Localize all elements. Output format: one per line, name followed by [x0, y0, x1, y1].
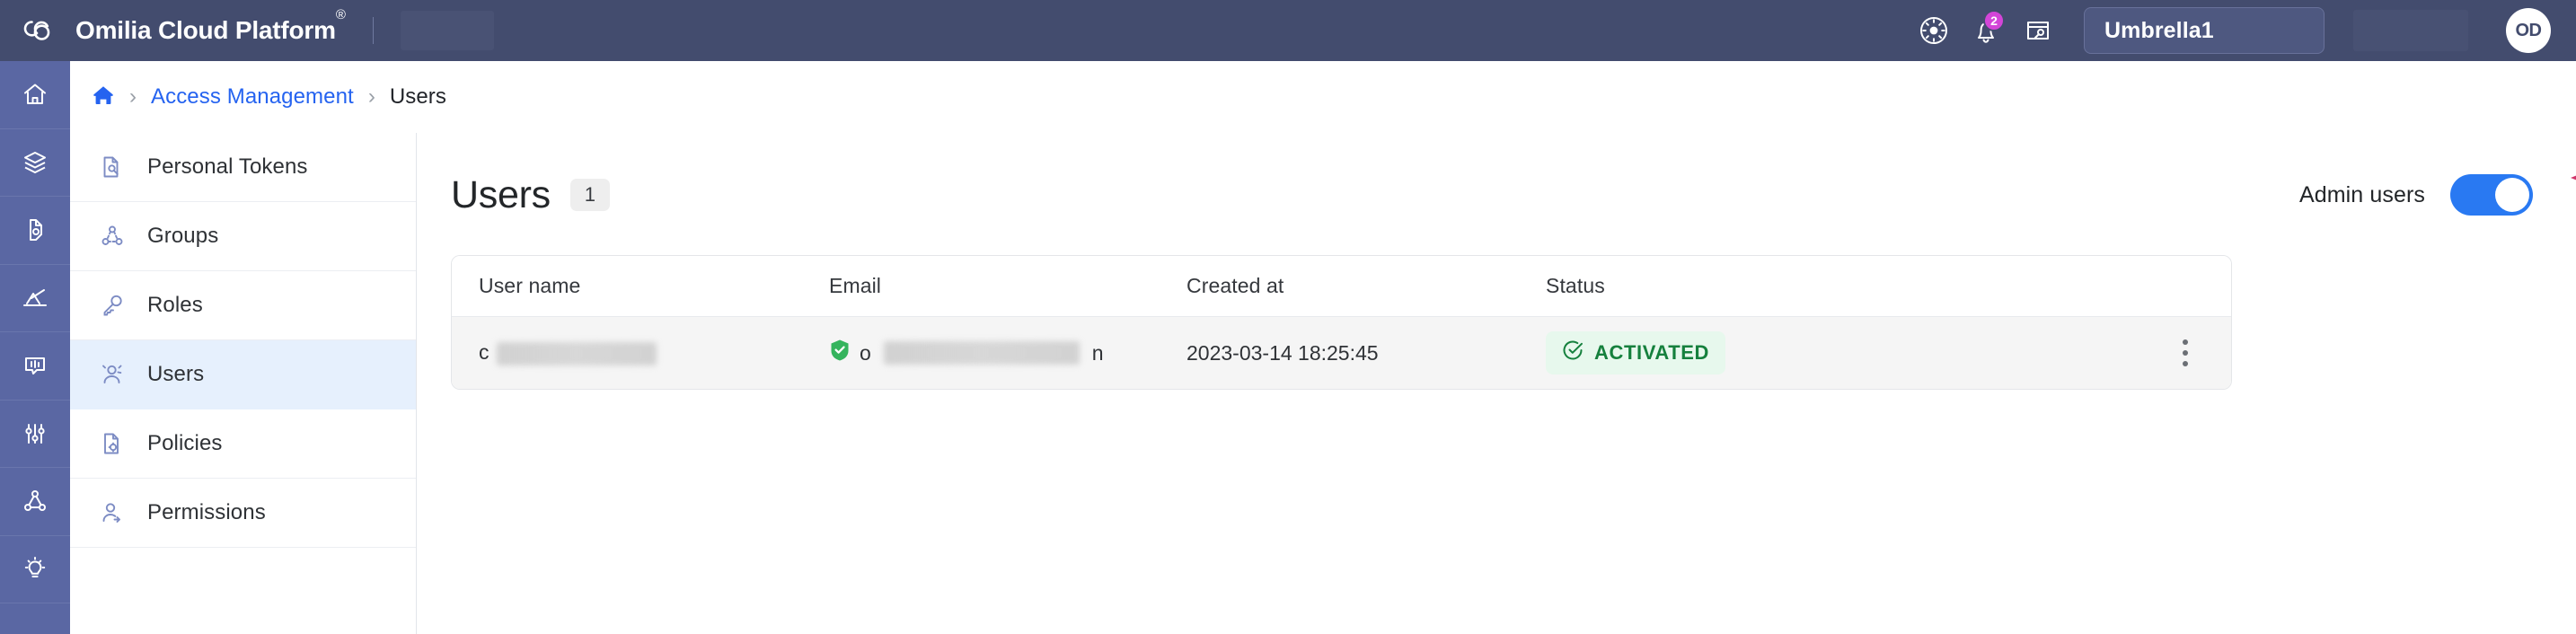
sidebar-item-label: Roles [147, 293, 203, 317]
verified-badge-icon [829, 339, 851, 367]
toggle-knob [2495, 178, 2529, 212]
page-count-badge: 1 [569, 179, 611, 211]
email-prefix: o [860, 340, 871, 365]
avatar[interactable]: OD [2506, 8, 2551, 53]
layers-icon [21, 148, 49, 177]
lightbulb-icon [21, 555, 49, 584]
sidebar-item-label: Users [147, 362, 205, 386]
api-keys-button[interactable] [2012, 4, 2064, 57]
breadcrumb-home-link[interactable] [92, 84, 115, 111]
sidebar-item-roles[interactable]: Roles [70, 271, 416, 340]
column-header-user-name: User name [479, 274, 581, 297]
table-header-row: User name Email Created at Status [452, 256, 2231, 317]
brand-block[interactable]: Omilia Cloud Platform® [0, 7, 346, 50]
rail-item-conversations[interactable] [0, 332, 70, 401]
sidebar-item-personal-tokens[interactable]: Personal Tokens [70, 133, 416, 202]
rail-item-voice-bot[interactable] [0, 197, 70, 265]
admin-users-label: Admin users [2298, 181, 2425, 207]
theme-toggle-button[interactable] [1908, 4, 1960, 57]
home-icon [92, 84, 115, 111]
email-redacted [883, 341, 1080, 365]
breadcrumb-link-access-management[interactable]: Access Management [151, 84, 354, 110]
document-key-icon [97, 154, 128, 180]
cell-email: on [802, 339, 1160, 367]
analytics-chart-icon [21, 284, 49, 313]
rail-item-layers[interactable] [0, 129, 70, 197]
breadcrumb: › Access Management › Users [70, 61, 2576, 133]
rail-item-flows[interactable] [0, 468, 70, 536]
table-row[interactable]: c on 2023-03-14 18:25:45 ACTIVATED [452, 317, 2231, 389]
notifications-badge: 2 [1983, 10, 2005, 31]
user-name-redacted [496, 341, 657, 365]
breadcrumb-separator-2: › [367, 84, 375, 109]
sidebar-item-policies[interactable]: Policies [70, 409, 416, 479]
app-header: Omilia Cloud Platform® 2 Umbrella1 OD [0, 0, 2576, 61]
column-header-created-at: Created at [1187, 274, 1284, 297]
page-title-row: Users 1 Admin users [451, 167, 2576, 223]
network-nodes-icon [21, 487, 49, 515]
sidebar-item-label: Permissions [147, 500, 266, 524]
avatar-initials: OD [2515, 20, 2543, 40]
brand-title: Omilia Cloud Platform® [75, 7, 346, 45]
sliders-icon [21, 419, 49, 448]
dialog-bubble-icon [21, 351, 49, 380]
email-suffix: n [1091, 340, 1104, 365]
admin-users-filter: Admin users [2298, 174, 2576, 216]
brightness-sun-icon [1919, 15, 1949, 46]
check-circle-icon [1562, 339, 1584, 366]
header-divider [372, 17, 374, 44]
icon-rail [0, 61, 70, 634]
omilia-cloud-logo-icon [20, 11, 59, 50]
groups-nodes-icon [97, 224, 128, 249]
sidebar-item-label: Policies [147, 431, 223, 455]
tenant-name: Umbrella1 [2104, 17, 2214, 43]
key-icon [97, 293, 128, 318]
sidebar-item-permissions[interactable]: Permissions [70, 479, 416, 548]
users-icon [97, 362, 128, 387]
card-key-icon [2024, 16, 2052, 45]
sidebar-item-groups[interactable]: Groups [70, 202, 416, 271]
page-title: Users [451, 172, 551, 216]
rail-item-insights[interactable] [0, 536, 70, 603]
breadcrumb-separator-1: › [129, 84, 137, 109]
brand-trademark: ® [335, 7, 346, 23]
access-management-sidebar: Personal Tokens Groups Roles Users Polic… [70, 133, 417, 634]
cell-created-at: 2023-03-14 18:25:45 [1187, 340, 1379, 365]
header-right-actions: 2 Umbrella1 OD [1908, 4, 2576, 57]
cell-status: ACTIVATED [1519, 331, 2094, 374]
cell-user-name: c [452, 340, 802, 365]
sidebar-item-label: Personal Tokens [147, 154, 308, 179]
home-icon [21, 80, 49, 109]
status-badge: ACTIVATED [1546, 331, 1726, 374]
header-redacted-region-right [2353, 10, 2468, 51]
main-content: Users 1 Admin users User name Email Crea… [417, 133, 2576, 634]
rail-item-settings[interactable] [0, 401, 70, 468]
cell-row-actions [2094, 332, 2231, 374]
brand-title-text: Omilia Cloud Platform [75, 16, 336, 44]
voice-bot-icon [21, 216, 49, 244]
rail-item-home[interactable] [0, 61, 70, 129]
kebab-menu-icon[interactable] [2175, 332, 2195, 374]
header-redacted-region-left [400, 11, 494, 50]
sidebar-item-users[interactable]: Users [70, 340, 416, 409]
status-label: ACTIVATED [1594, 341, 1710, 364]
admin-users-toggle[interactable] [2450, 174, 2533, 216]
users-table: User name Email Created at Status c o n … [451, 255, 2232, 390]
breadcrumb-current-users: Users [389, 84, 446, 109]
document-gear-icon [97, 431, 128, 456]
column-header-status: Status [1546, 274, 1605, 297]
tenant-selector[interactable]: Umbrella1 [2084, 7, 2325, 54]
sidebar-item-label: Groups [147, 224, 219, 248]
user-check-icon [97, 500, 128, 525]
user-name-prefix: c [479, 340, 490, 365]
rail-item-analytics[interactable] [0, 265, 70, 332]
column-header-email: Email [829, 274, 882, 297]
notifications-button[interactable]: 2 [1960, 4, 2012, 57]
